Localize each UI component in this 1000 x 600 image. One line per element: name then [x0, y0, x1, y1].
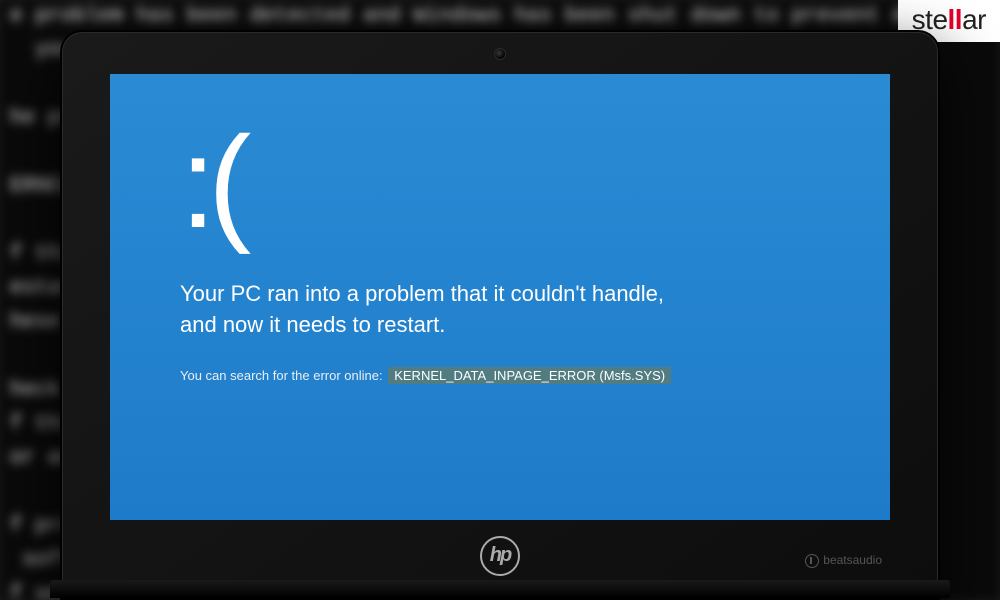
bsod-message-line1: Your PC ran into a problem that it could…	[180, 281, 664, 306]
laptop-bezel: :( Your PC ran into a problem that it co…	[60, 30, 940, 600]
bsod-subtext: You can search for the error online:	[180, 368, 383, 383]
laptop-hinge	[50, 580, 950, 598]
beats-icon	[805, 554, 819, 568]
webcam-icon	[494, 48, 506, 60]
beats-text: beatsaudio	[823, 553, 882, 567]
bsod-message: Your PC ran into a problem that it could…	[180, 278, 780, 342]
hp-logo-icon: hp	[480, 536, 520, 576]
bsod-error-code: KERNEL_DATA_INPAGE_ERROR (Msfs.SYS)	[388, 367, 671, 384]
bsod-panel: :( Your PC ran into a problem that it co…	[110, 74, 890, 520]
laptop-frame: :( Your PC ran into a problem that it co…	[60, 30, 940, 600]
bsod-message-line2: and now it needs to restart.	[180, 312, 445, 337]
brand-text-post: ar	[962, 4, 986, 35]
bsod-subtext-row: You can search for the error online: KER…	[180, 367, 830, 384]
laptop-screen: :( Your PC ran into a problem that it co…	[110, 74, 890, 520]
brand-text-accent: ll	[948, 4, 963, 35]
sad-face-icon: :(	[180, 134, 830, 232]
beatsaudio-label: beatsaudio	[805, 553, 882, 568]
